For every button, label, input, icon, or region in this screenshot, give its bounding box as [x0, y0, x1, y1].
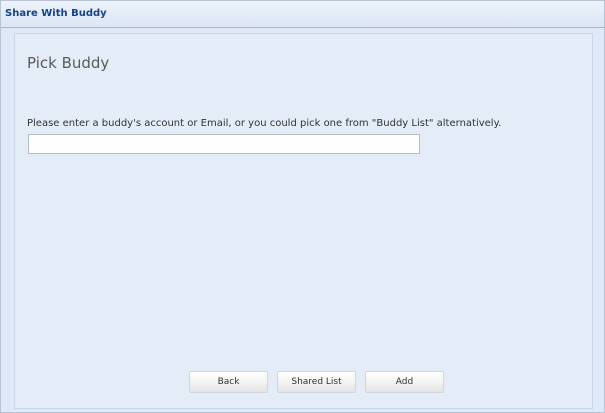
dialog-title: Share With Buddy [5, 8, 107, 19]
buddy-account-input[interactable] [28, 134, 420, 154]
shared-list-button[interactable]: Shared List [277, 371, 356, 393]
page-title: Pick Buddy [27, 54, 110, 72]
share-with-buddy-dialog: Share With Buddy Pick Buddy Please enter… [0, 0, 605, 413]
dialog-body: Pick Buddy Please enter a buddy's accoun… [14, 33, 593, 409]
dialog-title-bar[interactable]: Share With Buddy [1, 1, 604, 28]
buddy-prompt-label: Please enter a buddy's account or Email,… [27, 118, 502, 129]
back-button[interactable]: Back [189, 371, 268, 393]
add-button[interactable]: Add [365, 371, 444, 393]
